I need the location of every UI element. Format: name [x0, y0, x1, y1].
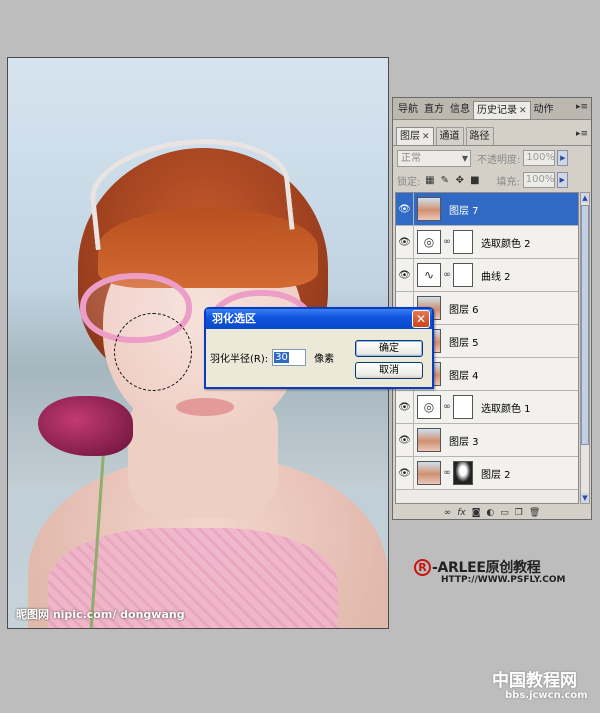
- lock-pixels-icon[interactable]: ✎: [439, 175, 450, 186]
- brand-logo: R -ARLEE原创教程: [414, 557, 541, 577]
- cancel-button[interactable]: 取消: [355, 362, 423, 379]
- link-icon: ∞: [443, 237, 451, 247]
- mask-icon[interactable]: ◙: [472, 508, 481, 518]
- close-icon: ✕: [415, 312, 427, 326]
- feather-radius-label: 羽化半径(R):: [210, 354, 269, 365]
- layer-mask-thumbnail: [453, 263, 473, 287]
- layers-bottom-bar: ∞ fx ◙ ◐ ▭ ❐ 🗑: [393, 506, 591, 519]
- eye-icon[interactable]: 👁: [396, 258, 414, 292]
- lock-all-icon[interactable]: ■: [469, 175, 480, 186]
- photo-headband: [85, 129, 295, 251]
- feather-dialog: 羽化选区 ✕ 羽化半径(R): 30 像素 确定 取消: [204, 307, 434, 389]
- feather-radius-input[interactable]: 30: [272, 349, 307, 366]
- layer-mask-thumbnail: [453, 395, 473, 419]
- layer-name: 图层 3: [449, 436, 479, 448]
- link-icon[interactable]: ∞: [444, 508, 452, 518]
- panel-menu-icon[interactable]: ▸≡: [576, 102, 588, 112]
- fx-icon[interactable]: fx: [457, 508, 466, 518]
- blend-row: 正常 ▼ 不透明度: 100% ▶: [397, 149, 587, 167]
- brand-name: -ARLEE原创教程: [432, 560, 541, 576]
- dialog-titlebar[interactable]: 羽化选区 ✕: [206, 309, 432, 329]
- tab-histogram[interactable]: 直方: [421, 101, 447, 119]
- registered-icon: R: [414, 558, 431, 576]
- folder-icon[interactable]: ▭: [500, 508, 509, 518]
- opacity-arrow-icon[interactable]: ▶: [557, 150, 569, 166]
- scroll-up-icon[interactable]: ▲: [581, 193, 589, 203]
- lock-label: 锁定:: [397, 176, 421, 188]
- scrollbar-thumb[interactable]: [581, 205, 589, 445]
- link-icon: ∞: [443, 402, 451, 412]
- selective-color-icon: ◎: [417, 230, 441, 254]
- close-icon[interactable]: ✕: [422, 132, 430, 142]
- layer-name: 图层 5: [449, 337, 479, 349]
- curves-icon: ∿: [417, 263, 441, 287]
- tab-history[interactable]: 历史记录 ✕: [473, 101, 531, 119]
- new-layer-icon[interactable]: ❐: [515, 508, 523, 518]
- trash-icon[interactable]: 🗑: [529, 508, 540, 518]
- tab-layers[interactable]: 图层 ✕: [396, 127, 434, 145]
- fill-input[interactable]: 100%: [522, 172, 555, 188]
- circular-selection-marquee[interactable]: [114, 313, 192, 391]
- chevron-down-icon: ▼: [461, 153, 468, 163]
- site-watermark: 中国教程网: [492, 671, 577, 691]
- eye-icon[interactable]: 👁: [396, 193, 414, 226]
- layer-name: 图层 7: [449, 205, 479, 217]
- feather-unit-label: 像素: [314, 354, 335, 365]
- layer-name: 图层 6: [449, 304, 479, 316]
- layer-name: 图层 2: [481, 469, 511, 481]
- tab-channels[interactable]: 通道: [435, 127, 464, 145]
- panel-top-tabbar: 导航 直方 信息 历史记录 ✕ 动作 ▸≡: [393, 98, 591, 120]
- layer-name: 曲线 2: [481, 271, 511, 283]
- close-icon[interactable]: ✕: [519, 106, 527, 116]
- layer-row[interactable]: 👁 图层 3: [396, 423, 578, 457]
- scroll-down-icon[interactable]: ▼: [581, 493, 589, 503]
- layer-name: 选取颜色 2: [481, 238, 531, 250]
- ok-button[interactable]: 确定: [355, 340, 423, 357]
- eye-icon[interactable]: 👁: [396, 390, 414, 424]
- blend-mode-select[interactable]: 正常 ▼: [397, 149, 471, 167]
- lock-row: 锁定: ▦ ✎ ✥ ■ 填充: 100% ▶: [397, 171, 587, 189]
- panel-layer-tabbar: 图层 ✕ 通道 路径 ▸≡: [393, 126, 591, 146]
- eye-icon[interactable]: 👁: [396, 225, 414, 259]
- eye-icon[interactable]: 👁: [396, 456, 414, 490]
- photo-lips: [176, 398, 234, 416]
- feather-radius-row: 羽化半径(R): 30 像素: [210, 349, 334, 366]
- layer-name: 选取颜色 1: [481, 403, 531, 415]
- brand-url: HTTP://WWW.PSFLY.COM: [441, 575, 566, 585]
- eye-icon[interactable]: 👁: [396, 423, 414, 457]
- fill-arrow-icon[interactable]: ▶: [556, 172, 568, 188]
- layer-row[interactable]: 👁 ◎ ∞ 选取颜色 1: [396, 390, 578, 424]
- panel-menu-icon[interactable]: ▸≡: [576, 129, 588, 139]
- dialog-title: 羽化选区: [212, 312, 256, 325]
- dialog-close-button[interactable]: ✕: [412, 310, 430, 328]
- selective-color-icon: ◎: [417, 395, 441, 419]
- layer-thumbnail: [417, 428, 441, 452]
- layer-mask-thumbnail: [453, 461, 473, 485]
- layer-row[interactable]: 👁 图层 7: [396, 193, 578, 226]
- link-icon: ∞: [443, 468, 451, 478]
- site-watermark-url: bbs.jcwcn.com: [505, 690, 588, 701]
- tab-actions[interactable]: 动作: [531, 101, 557, 119]
- tab-paths[interactable]: 路径: [465, 127, 494, 145]
- opacity-input[interactable]: 100%: [523, 150, 556, 166]
- layers-scrollbar[interactable]: ▲ ▼: [580, 192, 590, 504]
- layer-mask-thumbnail: [453, 230, 473, 254]
- layer-name: 图层 4: [449, 370, 479, 382]
- layer-row[interactable]: 👁 ∿ ∞ 曲线 2: [396, 258, 578, 292]
- layer-thumbnail: [417, 197, 441, 221]
- photo-watermark: 昵图网 nipic.com/ dongwang: [16, 608, 185, 621]
- fill-label: 填充:: [496, 176, 520, 188]
- layer-thumbnail: [417, 461, 441, 485]
- lock-transparency-icon[interactable]: ▦: [424, 175, 435, 186]
- lock-position-icon[interactable]: ✥: [454, 175, 465, 186]
- tab-navigator[interactable]: 导航: [395, 101, 421, 119]
- adjustment-icon[interactable]: ◐: [486, 508, 494, 518]
- opacity-label: 不透明度:: [477, 154, 521, 166]
- link-icon: ∞: [443, 270, 451, 280]
- tab-info[interactable]: 信息: [447, 101, 473, 119]
- layer-row[interactable]: 👁 ◎ ∞ 选取颜色 2: [396, 225, 578, 259]
- layer-row[interactable]: 👁 ∞ 图层 2: [396, 456, 578, 490]
